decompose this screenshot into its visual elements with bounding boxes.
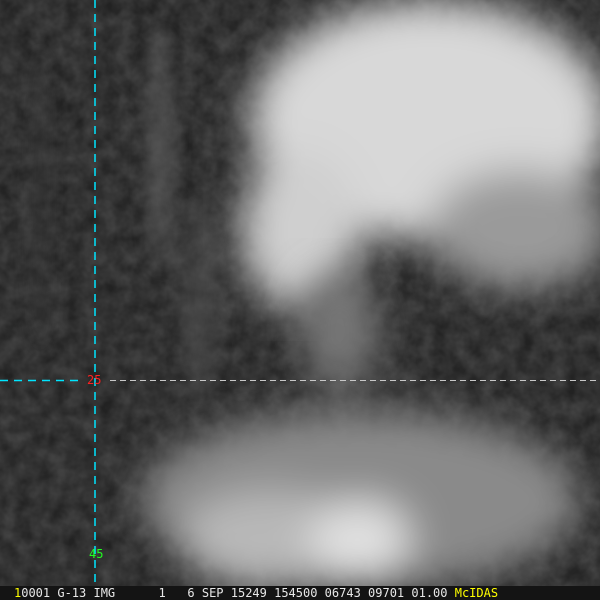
latitude-label: 25 (87, 373, 102, 387)
satellite-image-viewer: 25 45 10001 G-13 IMG 1 6 SEP 15249 15450… (0, 0, 600, 600)
status-bar: 10001 G-13 IMG 1 6 SEP 15249 154500 0674… (0, 586, 600, 600)
mcidas-brand: McIDAS (454, 586, 499, 600)
longitude-label: 45 (89, 547, 104, 561)
satellite-imagery (0, 0, 600, 586)
image-metadata: 0001 G-13 IMG 1 6 SEP 15249 154500 06743… (21, 586, 448, 600)
